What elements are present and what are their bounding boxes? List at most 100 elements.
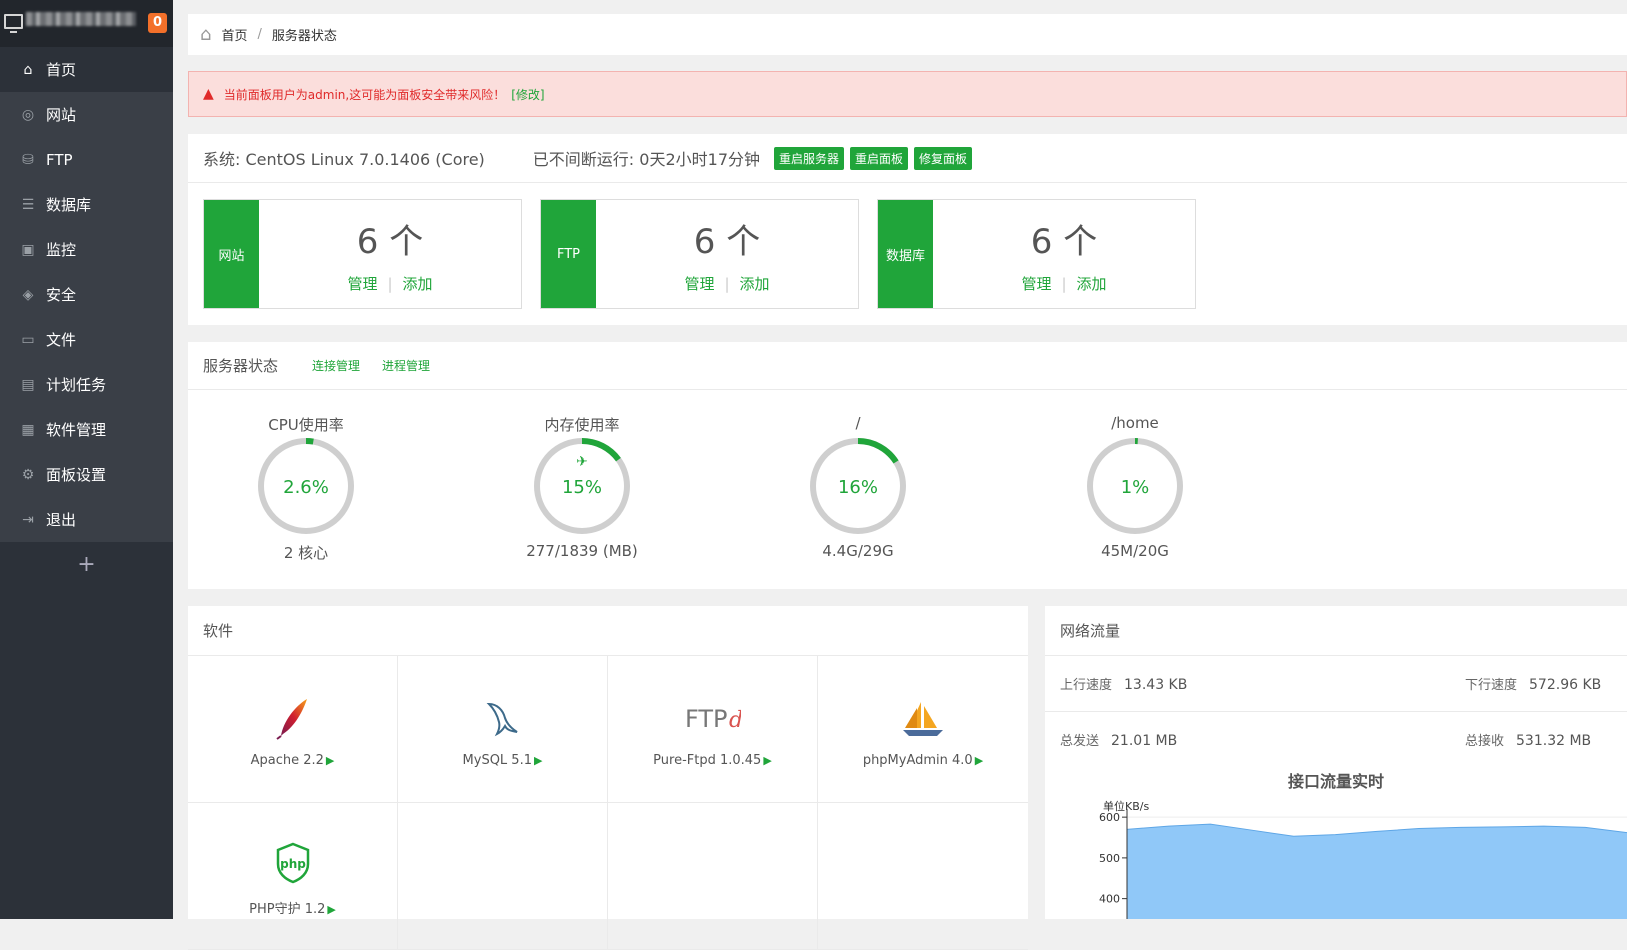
add-link[interactable]: 添加 (1077, 275, 1107, 293)
gauge-detail: 45M/20G (1101, 542, 1169, 560)
rocket-icon: ✈ (576, 454, 588, 470)
phpmyadmin-sailboat-icon (903, 701, 943, 736)
sidebar-item-5[interactable]: ◈ 安全 (0, 272, 173, 317)
software-name: Apache 2.2 (250, 753, 324, 768)
link-divider: | (1061, 275, 1067, 293)
globe-icon: ◎ (21, 106, 35, 123)
gauge-0[interactable]: CPU使用率 2.6% 2 核心 (226, 414, 386, 563)
card-tag: FTP (541, 200, 596, 308)
add-menu-button[interactable]: + (0, 542, 173, 587)
process-manage-link[interactable]: 进程管理 (382, 357, 430, 374)
software-item-mysql[interactable]: MySQL 5.1 ▶ (398, 656, 608, 803)
folder-icon: ▭ (21, 331, 35, 348)
software-name: Pure-Ftpd 1.0.45 (653, 753, 762, 768)
ftp-icon: ⛁ (22, 151, 34, 168)
software-empty-slot (608, 803, 818, 950)
breadcrumb: ⌂ 首页 / 服务器状态 (188, 14, 1627, 55)
database-count-card: 数据库 6 个 管理 | 添加 (877, 199, 1196, 309)
restart-panel-button[interactable]: 重启面板 (850, 146, 909, 170)
total-sent-value: 21.01 MB (1111, 733, 1178, 749)
gauge-ring: 1% (1087, 438, 1183, 534)
total-received-label: 总接收 (1465, 734, 1505, 749)
software-empty-slot (398, 803, 608, 950)
add-link[interactable]: 添加 (403, 275, 433, 293)
software-name: PHP守护 1.2 (249, 902, 326, 917)
uptime-info: 已不间断运行: 0天2小时17分钟 (532, 150, 760, 169)
manage-link[interactable]: 管理 (347, 275, 377, 293)
calendar-icon: ▤ (21, 376, 35, 393)
network-title: 网络流量 (1045, 606, 1627, 656)
speed-row: 上行速度 13.43 KB 下行速度 572.96 KB (1045, 656, 1627, 712)
software-item-pureftpd[interactable]: FTPd Pure-Ftpd 1.0.45▶ (608, 656, 818, 803)
sidebar-menu: ⌂ 首页 ◎ 网站 ⛁ FTP ☰ 数据库 ▣ 监控 ◈ 安全 ▭ 文件 ▤ 计划任务 ▦ 软件管理 ⚙ 面板设置 ⇥ 退… (0, 47, 173, 542)
home-icon[interactable]: ⌂ (200, 24, 211, 45)
monitor-icon (4, 14, 23, 33)
php-shield-icon: php (276, 842, 309, 883)
sidebar-item-2[interactable]: ⛁ FTP (0, 137, 173, 182)
svg-text:php: php (280, 857, 306, 871)
card-count: 6 个 (693, 222, 761, 262)
gauge-2[interactable]: / 16% 4.4G/29G (778, 414, 938, 560)
sidebar-item-4[interactable]: ▣ 监控 (0, 227, 173, 272)
breadcrumb-home[interactable]: 首页 (221, 25, 247, 44)
upload-speed-label: 上行速度 (1060, 678, 1113, 693)
alert-fix-link[interactable]: [修改] (511, 86, 544, 103)
server-status-panel: 服务器状态 连接管理 进程管理 CPU使用率 2.6% 2 核心 内存使用率 ✈ 15% 2… (188, 342, 1627, 589)
chart-title: 接口流量实时 (1287, 772, 1384, 791)
software-empty-slot (818, 803, 1028, 950)
repair-panel-button[interactable]: 修复面板 (914, 146, 973, 170)
sidebar-header: 0 (0, 0, 173, 47)
gauge-label: CPU使用率 (268, 416, 344, 434)
software-title: 软件 (188, 606, 1028, 656)
software-item-phpmyadmin[interactable]: phpMyAdmin 4.0 ▶ (818, 656, 1028, 803)
sidebar-item-6[interactable]: ▭ 文件 (0, 317, 173, 362)
svg-text:d: d (729, 708, 741, 733)
sidebar-item-9[interactable]: ⚙ 面板设置 (0, 452, 173, 497)
software-name: phpMyAdmin 4.0 (862, 753, 973, 768)
home-icon: ⌂ (23, 61, 33, 78)
breadcrumb-separator: / (257, 27, 262, 42)
gauge-1[interactable]: 内存使用率 ✈ 15% 277/1839 (MB) (502, 414, 662, 560)
sidebar-item-label: 监控 (46, 241, 77, 259)
add-link[interactable]: 添加 (740, 275, 770, 293)
software-name: MySQL 5.1 (462, 753, 532, 768)
security-alert: ▲ 当前面板用户为admin,这可能为面板安全带来风险！ [修改] (188, 71, 1627, 117)
software-item-apache[interactable]: Apache 2.2 ▶ (188, 656, 398, 803)
sidebar-item-label: 文件 (46, 331, 77, 349)
sidebar-item-1[interactable]: ◎ 网站 (0, 92, 173, 137)
link-divider: | (387, 275, 393, 293)
sidebar-item-10[interactable]: ⇥ 退出 (0, 497, 173, 542)
restart-server-button[interactable]: 重启服务器 (774, 146, 845, 170)
sidebar: 0 ⌂ 首页 ◎ 网站 ⛁ FTP ☰ 数据库 ▣ 监控 ◈ 安全 ▭ 文件 ▤ 计划任务 ▦ 软件管理 ⚙ 面板设置… (0, 0, 173, 919)
notification-badge[interactable]: 0 (148, 13, 167, 33)
sidebar-item-3[interactable]: ☰ 数据库 (0, 182, 173, 227)
ftp-count-card: FTP 6 个 管理 | 添加 (540, 199, 859, 309)
warning-icon: ▲ (203, 86, 214, 102)
chart-y-tick-label: 600 (1099, 811, 1120, 824)
shield-icon: ◈ (22, 286, 34, 303)
site-count-card: 网站 6 个 管理 | 添加 (203, 199, 522, 309)
gear-icon: ⚙ (21, 466, 35, 483)
manage-link[interactable]: 管理 (684, 275, 714, 293)
pure-ftpd-icon: FTPd (685, 705, 741, 733)
system-header: 系统: CentOS Linux 7.0.1406 (Core) 已不间断运行:… (188, 134, 1627, 183)
gauge-label: 内存使用率 (544, 416, 620, 434)
total-received-value: 531.32 MB (1516, 733, 1592, 749)
gauge-ring: 16% (810, 438, 906, 534)
monitor-icon: ▣ (21, 241, 35, 258)
gauge-3[interactable]: /home 1% 45M/20G (1055, 414, 1215, 560)
sidebar-item-label: 计划任务 (46, 376, 107, 394)
software-item-php-guard[interactable]: php PHP守护 1.2 ▶ (188, 803, 398, 950)
main-content: ⌂ 首页 / 服务器状态 ▲ 当前面板用户为admin,这可能为面板安全带来风险… (188, 0, 1627, 950)
link-divider: | (724, 275, 730, 293)
play-arrow-icon: ▶ (974, 754, 984, 767)
gauge-detail: 2 核心 (283, 544, 329, 562)
total-row: 总发送 21.01 MB 总接收 531.32 MB (1045, 712, 1627, 767)
connection-manage-link[interactable]: 连接管理 (312, 357, 360, 374)
sidebar-item-0[interactable]: ⌂ 首页 (0, 47, 173, 92)
sidebar-item-8[interactable]: ▦ 软件管理 (0, 407, 173, 452)
sidebar-item-7[interactable]: ▤ 计划任务 (0, 362, 173, 407)
card-tag: 网站 (204, 200, 259, 308)
gauge-label: /home (1111, 414, 1159, 432)
manage-link[interactable]: 管理 (1021, 275, 1051, 293)
